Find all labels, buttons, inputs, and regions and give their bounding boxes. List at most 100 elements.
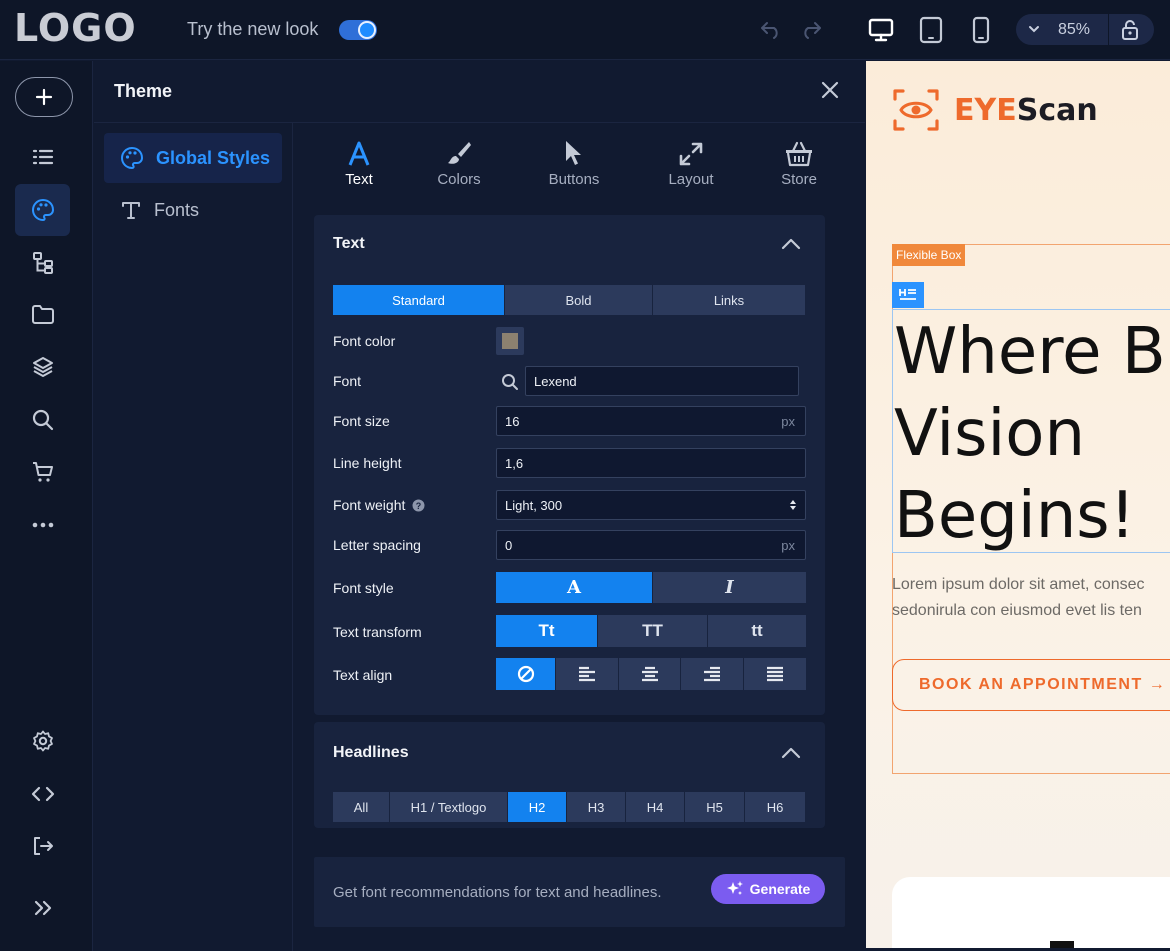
subnav-global-styles[interactable]: Global Styles	[104, 133, 282, 183]
segment-bold[interactable]: Bold	[505, 285, 653, 315]
headline-tab-h6[interactable]: H6	[745, 792, 805, 822]
unit-label: px	[781, 538, 795, 553]
redo-icon[interactable]	[797, 16, 825, 44]
palette-icon	[121, 146, 144, 170]
settings-icon[interactable]	[15, 715, 70, 767]
letter-spacing-label: Letter spacing	[333, 537, 421, 553]
chevron-down-icon[interactable]	[1026, 21, 1042, 42]
font-search-input[interactable]: Lexend	[525, 366, 799, 396]
text-transform-label: Text transform	[333, 624, 422, 640]
font-style-label: Font style	[333, 580, 394, 596]
add-button[interactable]	[15, 77, 73, 117]
panel-title: Theme	[114, 81, 173, 101]
font-recommendation-bar: Get font recommendations for text and he…	[314, 857, 845, 927]
text-transform-toggle: Tt TT tt	[496, 615, 806, 647]
hero-paragraph: Lorem ipsum dolor sit amet, consec sedon…	[892, 576, 1145, 619]
logo[interactable]: LOGO	[14, 6, 137, 50]
zoom-control[interactable]: 85%	[1016, 14, 1154, 45]
headlines-section: Headlines All H1 / Textlogo H2 H3 H4 H5 …	[314, 722, 825, 828]
expand-arrows-icon	[646, 135, 736, 171]
code-icon[interactable]	[15, 768, 70, 820]
headline-tab-h1[interactable]: H1 / Textlogo	[390, 792, 508, 822]
chevron-up-icon[interactable]	[781, 237, 801, 255]
text-style-tabs: Standard Bold Links	[333, 285, 805, 315]
headline-level-tabs: All H1 / Textlogo H2 H3 H4 H5 H6	[333, 792, 805, 822]
align-none-icon[interactable]	[496, 658, 556, 690]
expand-icon[interactable]	[15, 882, 70, 934]
subnav-label: Global Styles	[156, 147, 271, 168]
line-height-label: Line height	[333, 455, 402, 471]
cart-icon[interactable]	[15, 446, 70, 498]
align-center-icon[interactable]	[619, 658, 681, 690]
tab-label: Colors	[437, 171, 481, 188]
search-icon[interactable]	[15, 394, 70, 446]
heading-widget-icon[interactable]	[892, 282, 924, 308]
transform-capitalize[interactable]: Tt	[496, 615, 598, 647]
palette-icon[interactable]	[15, 184, 70, 236]
align-justify-icon[interactable]	[744, 658, 806, 690]
lock-icon[interactable]	[1120, 19, 1140, 46]
transform-uppercase[interactable]: TT	[598, 615, 708, 647]
font-style-normal[interactable]: A	[496, 572, 653, 603]
tab-layout[interactable]: Layout	[646, 135, 736, 188]
generate-button[interactable]: Generate	[711, 874, 825, 904]
chevron-up-icon[interactable]	[781, 746, 801, 764]
plus-icon	[35, 88, 53, 106]
transform-lowercase[interactable]: tt	[708, 615, 806, 647]
subnav-fonts[interactable]: Fonts	[104, 185, 282, 235]
tab-buttons[interactable]: Buttons	[529, 135, 619, 188]
theme-panel: Theme Global Styles Fonts Text Colors Bu…	[94, 61, 865, 951]
tab-colors[interactable]: Colors	[414, 135, 504, 188]
font-size-input[interactable]: 16 px	[496, 406, 806, 436]
theme-tabs: Text Colors Buttons Layout Store	[314, 135, 825, 205]
tab-label: Store	[781, 171, 817, 188]
tablet-icon[interactable]	[917, 16, 945, 44]
headline-tab-h4[interactable]: H4	[626, 792, 685, 822]
generate-label: Generate	[749, 881, 811, 897]
text-icon	[314, 135, 404, 171]
logout-icon[interactable]	[15, 820, 70, 872]
list-icon[interactable]	[15, 131, 70, 183]
headline-tab-h2[interactable]: H2	[508, 792, 567, 822]
close-icon[interactable]	[819, 79, 841, 106]
align-left-icon[interactable]	[556, 658, 619, 690]
align-right-icon[interactable]	[681, 658, 744, 690]
tab-store[interactable]: Store	[754, 135, 844, 188]
headline-tab-all[interactable]: All	[333, 792, 390, 822]
new-look-label: Try the new look	[187, 19, 319, 39]
hero-headline[interactable]: Where B Vision Begins!	[894, 311, 1170, 557]
font-color-label: Font color	[333, 333, 396, 349]
font-weight-label: Font weight	[333, 497, 406, 513]
font-size-label: Font size	[333, 413, 390, 429]
tab-text[interactable]: Text	[314, 135, 404, 188]
mobile-icon[interactable]	[967, 16, 995, 44]
segment-standard[interactable]: Standard	[333, 285, 505, 315]
tab-label: Text	[345, 171, 373, 188]
tab-label: Buttons	[548, 171, 600, 188]
headline-tab-h3[interactable]: H3	[567, 792, 626, 822]
more-icon[interactable]	[15, 499, 70, 551]
desktop-icon[interactable]	[867, 16, 895, 44]
font-style-italic[interactable]: I	[653, 572, 806, 603]
font-weight-select[interactable]: Light, 300	[496, 490, 806, 520]
basket-icon	[754, 135, 844, 171]
help-icon[interactable]: ?	[412, 499, 425, 512]
panel-header: Theme	[94, 61, 865, 123]
line-height-input[interactable]: 1,6	[496, 448, 806, 478]
font-color-swatch[interactable]	[496, 327, 524, 355]
left-rail	[0, 61, 93, 951]
letter-spacing-input[interactable]: 0 px	[496, 530, 806, 560]
site-preview[interactable]: EYEScan Flexible Box Where B Vision Begi…	[866, 61, 1170, 948]
book-appointment-button[interactable]: BOOK AN APPOINTMENT →	[892, 659, 1170, 711]
layers-icon[interactable]	[15, 341, 70, 393]
sitemap-icon[interactable]	[15, 237, 70, 289]
sparkle-icon	[726, 881, 743, 895]
segment-links[interactable]: Links	[653, 285, 805, 315]
headline-tab-h5[interactable]: H5	[685, 792, 745, 822]
new-look-toggle[interactable]	[339, 20, 377, 40]
folder-icon[interactable]	[15, 289, 70, 341]
undo-icon[interactable]	[757, 16, 785, 44]
font-weight-label-wrap: Font weight ?	[333, 497, 425, 513]
brand-logo[interactable]: EYEScan	[892, 87, 1098, 133]
font-icon	[122, 202, 140, 219]
